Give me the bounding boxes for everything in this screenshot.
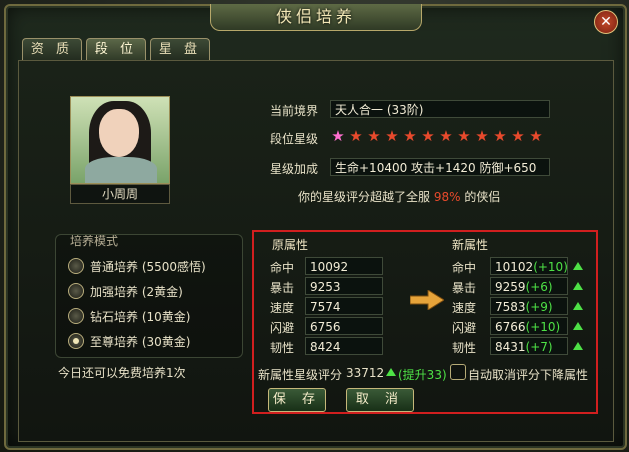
star-icon: ★ (403, 127, 417, 145)
star-icon: ★ (457, 127, 471, 145)
up-arrow-icon (573, 322, 583, 330)
star-bonus-value: 生命+10400 攻击+1420 防御+650 (330, 158, 550, 176)
new-score-boost: (提升33) (398, 368, 447, 382)
up-arrow-icon (573, 282, 583, 290)
attr-name: 命中 (270, 261, 295, 275)
attr-new-number: 10102 (495, 260, 534, 274)
up-arrow-icon (573, 302, 583, 310)
save-button[interactable]: 保 存 (268, 388, 326, 412)
attr-new-number: 6766 (495, 320, 526, 334)
star-icon: ★ (367, 127, 381, 145)
attr-diff: (+6) (525, 280, 553, 294)
attr-old-value: 9253 (305, 277, 383, 295)
star-icon: ★ (439, 127, 453, 145)
attr-old-value: 8424 (305, 337, 383, 355)
portrait-face (99, 109, 139, 157)
attr-new-number: 9259 (495, 280, 526, 294)
close-icon[interactable]: ✕ (594, 10, 618, 34)
portrait-robe (85, 157, 157, 183)
training-option-radio[interactable] (68, 258, 84, 274)
attr-new-value: 10102(+10) (490, 257, 568, 275)
training-option-diamond[interactable]: 钻石培养 (10黄金) (90, 308, 190, 325)
star-icon: ★ (493, 127, 507, 145)
tab-xingpan[interactable]: 星 盘 (150, 38, 210, 61)
new-score-label: 新属性星级评分 (258, 368, 343, 382)
old-attr-title: 原属性 (272, 238, 309, 252)
star-bonus-label: 星级加成 (270, 162, 319, 176)
auto-cancel-label: 自动取消评分下降属性 (468, 368, 589, 382)
attr-old-value: 10092 (305, 257, 383, 275)
new-score-value: 33712 (346, 366, 385, 380)
auto-cancel-checkbox[interactable] (450, 364, 466, 380)
attr-new-value: 9259(+6) (490, 277, 568, 295)
attr-name: 闪避 (452, 321, 477, 335)
rating-suffix: 的侠侣 (464, 190, 501, 204)
training-option-radio[interactable] (68, 283, 84, 299)
arrow-right-icon (410, 290, 444, 310)
cancel-button[interactable]: 取 消 (346, 388, 414, 412)
tab-duanwei[interactable]: 段 位 (86, 38, 146, 61)
attr-new-value: 7583(+9) (490, 297, 568, 315)
attr-new-value: 8431(+7) (490, 337, 568, 355)
star-icon: ★ (349, 127, 363, 145)
tab-zizhi[interactable]: 资 质 (22, 38, 82, 61)
star-icon: ★ (475, 127, 489, 145)
star-icon: ★ (511, 127, 525, 145)
realm-value: 天人合一 (33阶) (330, 100, 550, 118)
realm-label: 当前境界 (270, 104, 319, 118)
training-option-radio-selected[interactable] (68, 333, 84, 349)
attr-diff: (+7) (525, 340, 553, 354)
attr-name: 韧性 (270, 341, 295, 355)
attr-name: 速度 (270, 301, 295, 315)
training-option-enhanced[interactable]: 加强培养 (2黄金) (90, 283, 183, 300)
rating-prefix: 你的星级评分超越了全服 (298, 190, 431, 204)
up-arrow-icon (386, 368, 396, 376)
up-arrow-icon (573, 342, 583, 350)
attr-name: 速度 (452, 301, 477, 315)
training-option-supreme[interactable]: 至尊培养 (30黄金) (90, 333, 190, 350)
rating-text: 你的星级评分超越了全服 98% 的侠侣 (298, 188, 500, 205)
attr-old-value: 7574 (305, 297, 383, 315)
attr-name: 闪避 (270, 321, 295, 335)
attr-new-number: 7583 (495, 300, 526, 314)
star-icon: ★ (421, 127, 435, 145)
star-icon: ★ (385, 127, 399, 145)
up-arrow-icon (573, 262, 583, 270)
training-option-normal[interactable]: 普通培养 (5500感悟) (90, 258, 206, 275)
attr-new-value: 6766(+10) (490, 317, 568, 335)
free-training-text: 今日还可以免费培养1次 (58, 366, 186, 380)
rating-percent: 98% (433, 190, 461, 204)
training-option-radio[interactable] (68, 308, 84, 324)
attr-new-number: 8431 (495, 340, 526, 354)
star-icon: ★ (529, 127, 543, 145)
attr-name: 暴击 (270, 281, 295, 295)
attr-diff: (+9) (525, 300, 553, 314)
star-label: 段位星级 (270, 132, 319, 146)
window-title: 侠侣培养 (275, 7, 356, 26)
attr-diff: (+10) (533, 260, 568, 274)
star-icon: ★ (331, 127, 345, 145)
star-rating: ★ ★ ★ ★ ★ ★ ★ ★ ★ ★ ★ ★ (330, 128, 550, 146)
new-attr-title: 新属性 (452, 238, 489, 252)
title-bar: 侠侣培养 (210, 4, 422, 31)
attr-name: 暴击 (452, 281, 477, 295)
character-name: 小周周 (70, 184, 170, 204)
character-portrait (70, 96, 170, 184)
attr-name: 韧性 (452, 341, 477, 355)
attr-old-value: 6756 (305, 317, 383, 335)
attr-name: 命中 (452, 261, 477, 275)
attr-diff: (+10) (525, 320, 561, 334)
